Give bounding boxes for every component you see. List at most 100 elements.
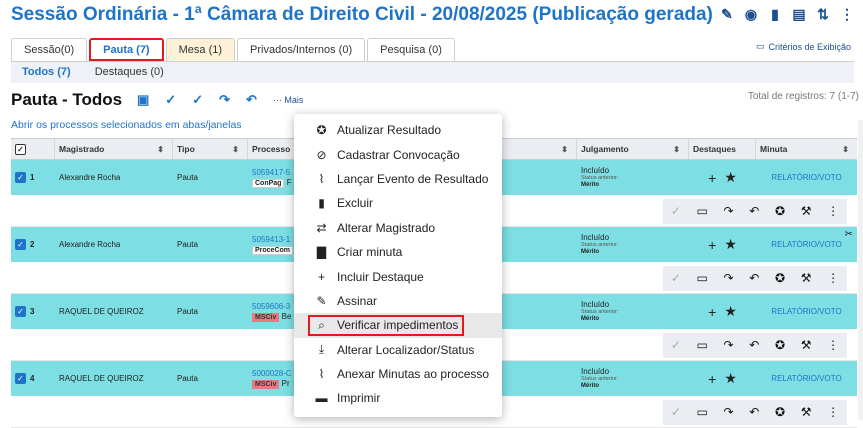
- check-icon[interactable]: ✓: [671, 204, 681, 218]
- row-checkbox[interactable]: ✓: [15, 172, 26, 183]
- plus-icon[interactable]: +: [708, 304, 716, 320]
- plus-icon[interactable]: +: [708, 170, 716, 186]
- more-vertical-icon[interactable]: ⋮: [839, 6, 855, 22]
- badge-check-icon[interactable]: ✪: [775, 204, 785, 218]
- th-tipo-label: Tipo: [177, 144, 195, 154]
- star-icon[interactable]: ★: [724, 169, 737, 186]
- check-icon[interactable]: ✓: [671, 338, 681, 352]
- gavel-icon[interactable]: ⚒: [801, 271, 812, 285]
- subtab-todos[interactable]: Todos (7): [22, 66, 71, 78]
- sort-icon[interactable]: ⇅: [815, 6, 831, 22]
- cell-julgamento: Incluído Status anterior: Mérito: [577, 227, 689, 262]
- check-double-icon[interactable]: ✓: [192, 92, 203, 108]
- star-icon[interactable]: ★: [724, 370, 737, 387]
- gavel-icon[interactable]: ⚒: [801, 204, 812, 218]
- tab-pesquisa[interactable]: Pesquisa (0): [367, 38, 455, 61]
- menu-item-assinar[interactable]: ✎ Assinar: [294, 289, 502, 313]
- redo-icon[interactable]: ↷: [724, 271, 734, 285]
- monitor-icon[interactable]: ▭: [697, 204, 708, 218]
- menu-item-incluir-destaque[interactable]: + Incluir Destaque: [294, 264, 502, 288]
- undo-icon[interactable]: ↶: [749, 405, 759, 419]
- row-checkbox[interactable]: ✓: [15, 239, 26, 250]
- menu-item-cadastrar-convocacao[interactable]: ⊘ Cadastrar Convocação: [294, 142, 502, 166]
- subtab-destaques[interactable]: Destaques (0): [95, 66, 164, 78]
- undo-icon[interactable]: ↶: [749, 338, 759, 352]
- tab-privados[interactable]: Privados/Internos (0): [237, 38, 366, 61]
- gavel-icon[interactable]: ⚒: [801, 405, 812, 419]
- check-icon[interactable]: ✓: [165, 92, 176, 108]
- th-julgamento[interactable]: Julgamento ⬍: [577, 139, 689, 159]
- menu-item-anexar-minutas-ao-processo[interactable]: ⌇ Anexar Minutas ao processo: [294, 362, 502, 386]
- processo-link[interactable]: 5000028-C: [252, 369, 292, 378]
- th-minuta[interactable]: Minuta ⬍: [756, 139, 857, 159]
- star-icon[interactable]: ★: [724, 303, 737, 320]
- cell-tipo: Pauta: [177, 173, 198, 182]
- undo-icon[interactable]: ↶: [749, 271, 759, 285]
- more-vertical-icon[interactable]: ⋮: [827, 338, 839, 352]
- broadcast-icon[interactable]: ◉: [743, 6, 759, 22]
- scissors-icon[interactable]: ✂: [845, 229, 853, 240]
- redo-icon[interactable]: ↷: [219, 92, 230, 108]
- redo-icon[interactable]: ↷: [724, 204, 734, 218]
- star-icon[interactable]: ★: [724, 236, 737, 253]
- select-all-checkbox[interactable]: ✓: [15, 143, 26, 155]
- section-title: Pauta - Todos: [11, 90, 123, 109]
- processo-link[interactable]: 5059413-1: [252, 235, 290, 244]
- scrollbar[interactable]: [858, 120, 863, 420]
- more-vertical-icon[interactable]: ⋮: [827, 405, 839, 419]
- cell-magistrado: Alexandre Rocha: [59, 173, 121, 182]
- undo-icon[interactable]: ↶: [246, 92, 257, 108]
- th-destaques: Destaques: [689, 139, 756, 159]
- badge-check-icon[interactable]: ✪: [775, 271, 785, 285]
- processo-link[interactable]: 5059417-5: [252, 168, 290, 177]
- cell-magistrado: Alexandre Rocha: [59, 240, 121, 249]
- merito-label: Mérito: [581, 181, 599, 188]
- tab-mesa[interactable]: Mesa (1): [165, 38, 236, 61]
- menu-item-lancar-evento-de-resultado[interactable]: ⌇ Lançar Evento de Resultado: [294, 167, 502, 191]
- monitor-icon[interactable]: ▭: [697, 405, 708, 419]
- julgamento-status: Incluído: [581, 367, 610, 377]
- menu-item-excluir[interactable]: ▮ Excluir: [294, 191, 502, 215]
- door-icon[interactable]: ▮: [767, 6, 783, 22]
- tab-sessao[interactable]: Sessão(0): [11, 38, 88, 61]
- menu-item-verificar-impedimentos[interactable]: ⌕ Verificar impedimentos: [294, 313, 502, 338]
- menu-item-alterar-localizador-status[interactable]: ⤓ Alterar Localizador/Status: [294, 338, 502, 362]
- undo-icon[interactable]: ↶: [749, 204, 759, 218]
- plus-icon[interactable]: +: [708, 371, 716, 387]
- merito-label: Mérito: [581, 315, 599, 322]
- relatorio-voto-link[interactable]: RELATÓRIO/VOTO: [771, 240, 841, 249]
- check-icon[interactable]: ✓: [671, 405, 681, 419]
- badge-check-icon[interactable]: ✪: [775, 405, 785, 419]
- more-vertical-icon[interactable]: ⋮: [827, 271, 839, 285]
- th-tipo[interactable]: Tipo ⬍: [173, 139, 248, 159]
- row-checkbox[interactable]: ✓: [15, 306, 26, 317]
- processo-link[interactable]: 5059606-3: [252, 302, 290, 311]
- file-add-icon[interactable]: ▤: [791, 6, 807, 22]
- monitor-icon[interactable]: ▭: [697, 271, 708, 285]
- open-selected-link[interactable]: Abrir os processos selecionados em abas/…: [11, 119, 242, 131]
- relatorio-voto-link[interactable]: RELATÓRIO/VOTO: [771, 374, 841, 383]
- tab-pauta[interactable]: Pauta (7): [89, 38, 164, 61]
- check-icon[interactable]: ✓: [671, 271, 681, 285]
- menu-item-label: Alterar Magistrado: [337, 220, 436, 235]
- menu-item-atualizar-resultado[interactable]: ✪ Atualizar Resultado: [294, 118, 502, 142]
- redo-icon[interactable]: ↷: [724, 338, 734, 352]
- redo-icon[interactable]: ↷: [724, 405, 734, 419]
- menu-item-imprimir[interactable]: ▬ Imprimir: [294, 386, 502, 410]
- criterios-link[interactable]: ▭ Critérios de Exibição: [756, 41, 851, 52]
- relatorio-voto-link[interactable]: RELATÓRIO/VOTO: [771, 173, 841, 182]
- monitor-icon[interactable]: ▭: [697, 338, 708, 352]
- more-button[interactable]: ··· Mais: [273, 95, 304, 105]
- menu-item-alterar-magistrado[interactable]: ⇄ Alterar Magistrado: [294, 216, 502, 240]
- more-vertical-icon[interactable]: ⋮: [827, 204, 839, 218]
- relatorio-voto-link[interactable]: RELATÓRIO/VOTO: [771, 307, 841, 316]
- gavel-icon[interactable]: ⚒: [801, 338, 812, 352]
- badge-check-icon[interactable]: ✪: [775, 338, 785, 352]
- id-card-icon[interactable]: ▣: [137, 92, 149, 108]
- select-all-cell: ✓: [11, 139, 55, 159]
- th-magistrado[interactable]: Magistrado ⬍: [55, 139, 173, 159]
- menu-item-criar-minuta[interactable]: ▇ Criar minuta: [294, 240, 502, 264]
- plus-icon[interactable]: +: [708, 237, 716, 253]
- pencil-icon[interactable]: ✎: [719, 6, 735, 22]
- row-checkbox[interactable]: ✓: [15, 373, 26, 384]
